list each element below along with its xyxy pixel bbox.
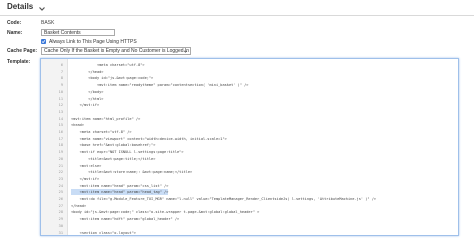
https-checkbox-label: Always Link to This Page Using HTTPS	[49, 39, 137, 45]
code-line[interactable]: 27 </head>	[41, 203, 458, 209]
code-label: Code:	[7, 20, 22, 26]
code-text: </body>	[71, 89, 104, 94]
code-text: <mvt:if expr="NOT ISNULL l.settings:page…	[71, 150, 184, 155]
line-number: 17	[58, 136, 63, 141]
code-text: <mvt:item name="readytheme" param="conte…	[71, 83, 249, 88]
details-header[interactable]: Details	[0, 0, 474, 16]
line-number: 26	[58, 197, 63, 201]
code-text: <meta charset="utf-8">	[71, 63, 145, 67]
code-text: </mvt:if>	[71, 103, 100, 108]
line-number: 30	[58, 223, 63, 228]
code-value: BASK	[41, 20, 55, 26]
line-number: 23	[58, 176, 63, 181]
code-text: <mvt:item name="hdft" param="global_head…	[71, 217, 180, 222]
cache-label: Cache Page:	[7, 48, 38, 54]
code-line[interactable]: 9 <mvt:item name="readytheme" param="con…	[41, 82, 458, 88]
code-line[interactable]: 11 </html>	[41, 96, 458, 102]
code-line[interactable]: 17 <meta name="viewport" content="width=…	[41, 136, 458, 142]
cache-page-select[interactable]: Cache Only If the Basket is Empty and No…	[41, 47, 191, 55]
code-text: <section class="o-layout">	[71, 230, 136, 235]
line-number: 19	[58, 150, 63, 155]
code-text: <mvt:item name="html_profile" />	[71, 116, 141, 121]
code-line[interactable]: 23 </mvt:if>	[41, 176, 458, 182]
code-line[interactable]: 16 <meta charset="utf-8" />	[41, 129, 458, 135]
template-label: Template:	[7, 59, 31, 65]
code-line[interactable]: 25 <mvt:item name="head" param="head_tag…	[41, 189, 458, 196]
code-line[interactable]: 26 <mvt:do file="g.Module_Feature_TUI_MG…	[41, 196, 458, 202]
line-number: 27	[58, 203, 63, 208]
code-text: </html>	[71, 96, 104, 101]
code-line[interactable]: 28 <body id="js-&mvt:page:code;" class="o…	[41, 209, 458, 215]
code-text: </mvt:if>	[71, 176, 100, 181]
chevron-down-icon[interactable]	[37, 1, 47, 11]
code-text: <mvt:do file="g.Module_Feature_TUI_MGR" …	[71, 197, 377, 201]
code-line[interactable]: 7 </head>	[41, 69, 458, 75]
code-line[interactable]: 15 <head>	[41, 122, 458, 128]
code-line[interactable]: 22 <title>&mvt:store:name;: &mvt:page:na…	[41, 169, 458, 175]
code-text: <title>&mvt:page:title;</title>	[71, 156, 156, 161]
line-number: 21	[58, 163, 63, 168]
code-line[interactable]: 21 <mvt:else>	[41, 163, 458, 169]
code-text: </head>	[71, 69, 104, 74]
check-icon	[41, 40, 46, 44]
caret-down-icon	[183, 49, 188, 54]
code-text: </head>	[71, 203, 87, 208]
code-text: <meta charset="utf-8" />	[71, 130, 132, 134]
code-line[interactable]: 18 <base href="&mvt:global:basehref;">	[41, 142, 458, 148]
section-title: Details	[7, 2, 34, 11]
code-line[interactable]: 8 <body id="js-&mvt:page:code;">	[41, 75, 458, 81]
line-number: 28	[58, 210, 63, 215]
line-number: 29	[58, 217, 63, 222]
line-number: 10	[58, 89, 63, 94]
line-number: 13	[58, 109, 63, 114]
line-number: 6	[60, 63, 63, 67]
code-line[interactable]: 29 <mvt:item name="hdft" param="global_h…	[41, 216, 458, 222]
code-line[interactable]: 20 <title>&mvt:page:title;</title>	[41, 156, 458, 162]
code-text: <body id="js-&mvt:page:code;" class="o-s…	[71, 210, 260, 215]
code-line[interactable]: 14 <mvt:item name="html_profile" />	[41, 116, 458, 122]
https-checkbox[interactable]	[41, 39, 46, 44]
code-text: <mvt:item name="head" param="css_list" /…	[71, 183, 169, 188]
line-number: 22	[58, 170, 63, 175]
code-text: <mvt:item name="head" param="head_tag" /…	[71, 189, 169, 196]
code-text: <base href="&mvt:global:basehref;">	[71, 143, 156, 148]
code-text: <body id="js-&mvt:page:code;">	[71, 76, 154, 81]
line-number: 31	[58, 230, 63, 235]
code-text: <head>	[71, 123, 84, 128]
line-number: 25	[58, 190, 63, 195]
line-number: 12	[58, 103, 63, 108]
line-number: 8	[60, 76, 63, 81]
line-number: 7	[60, 69, 63, 74]
line-number: 16	[58, 130, 63, 134]
code-text: <meta name="viewport" content="width=dev…	[71, 136, 227, 141]
template-code-editor[interactable]: 6 <meta charset="utf-8"> 7 </head> 8 <body…	[40, 58, 459, 236]
code-line[interactable]: 19 <mvt:if expr="NOT ISNULL l.settings:p…	[41, 149, 458, 155]
code-line[interactable]: 10 </body>	[41, 89, 458, 95]
code-line[interactable]: 31 <section class="o-layout">	[41, 230, 458, 236]
line-number: 24	[58, 183, 63, 188]
line-number: 9	[60, 83, 63, 88]
line-number: 11	[58, 96, 63, 101]
line-number: 18	[58, 143, 63, 148]
code-line[interactable]: 6 <meta charset="utf-8">	[41, 62, 458, 68]
code-text: <title>&mvt:store:name;: &mvt:page:name;…	[71, 170, 193, 175]
name-label: Name:	[7, 30, 23, 36]
code-line[interactable]: 13	[41, 109, 458, 115]
line-number: 14	[58, 116, 63, 121]
line-number: 15	[58, 123, 63, 128]
code-line[interactable]: 30	[41, 223, 458, 229]
divider	[0, 15, 474, 16]
code-line[interactable]: 24 <mvt:item name="head" param="css_list…	[41, 183, 458, 189]
name-input[interactable]: Basket Contents	[41, 29, 115, 36]
code-text: <mvt:else>	[71, 163, 102, 168]
code-line[interactable]: 12 </mvt:if>	[41, 102, 458, 108]
line-number: 20	[58, 156, 63, 161]
cache-page-value: Cache Only If the Basket is Empty and No…	[44, 48, 190, 54]
